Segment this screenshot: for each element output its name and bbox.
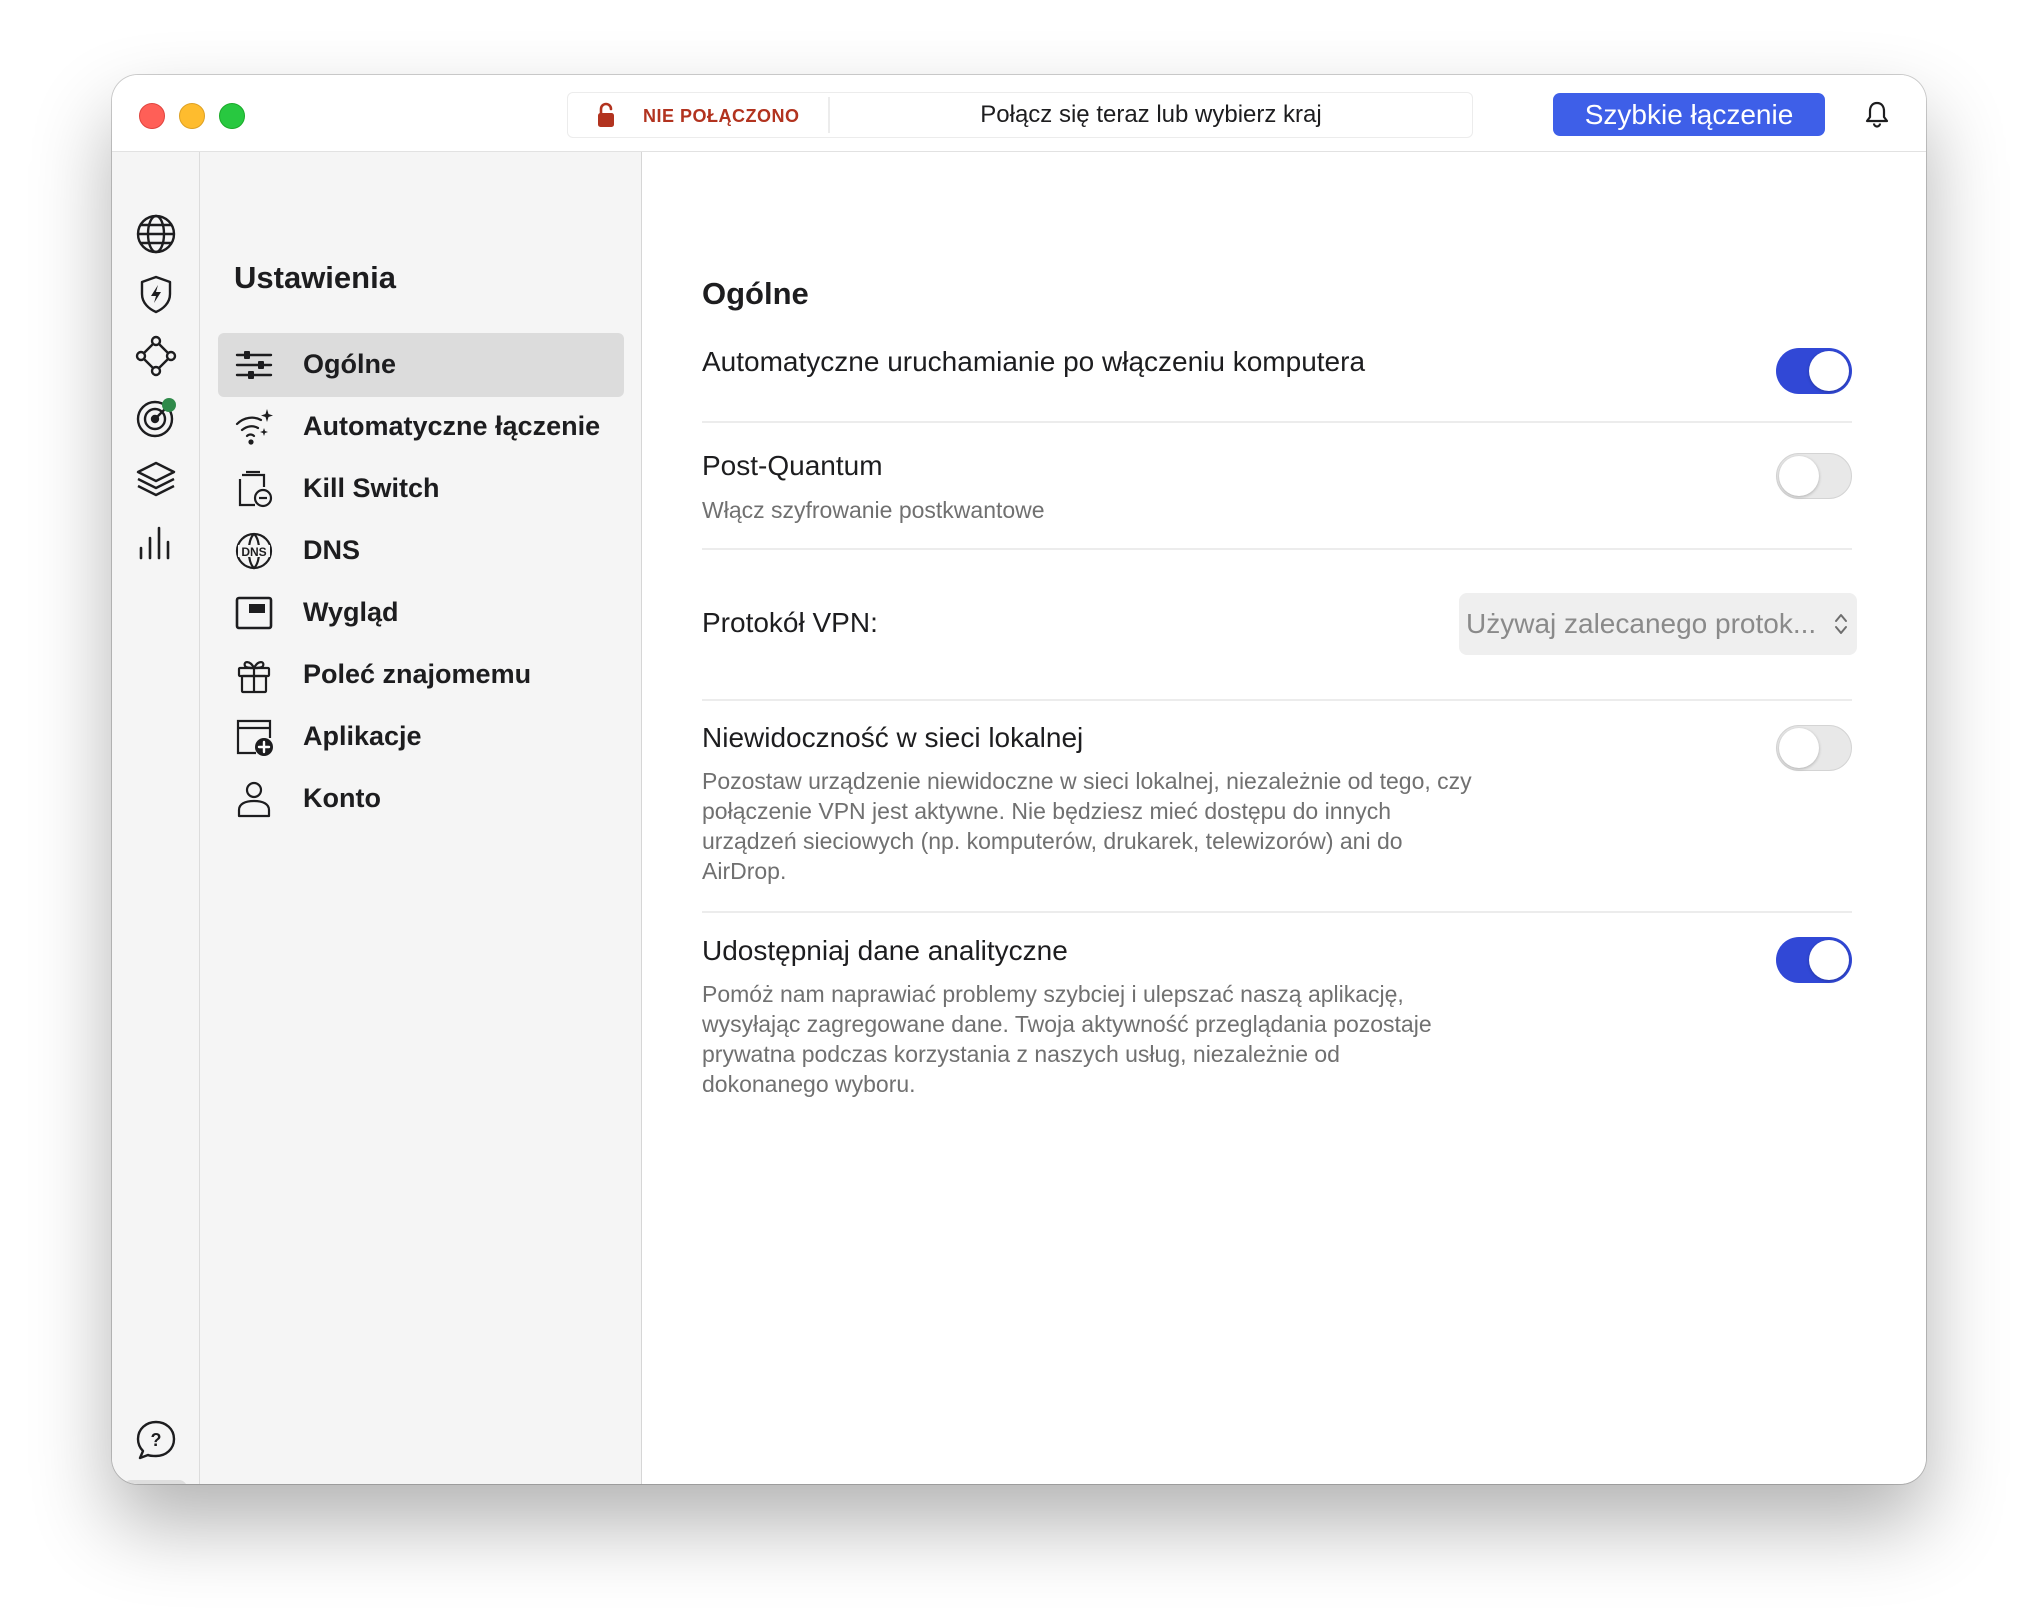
sidebar-item-label: Konto [303, 783, 381, 813]
sidebar-item-kill-switch[interactable]: Kill Switch [218, 457, 624, 521]
gift-icon [237, 661, 271, 694]
app-add-icon [236, 719, 273, 756]
analytics-toggle[interactable] [1776, 937, 1852, 983]
icon-rail: ? [112, 152, 200, 1484]
wifi-sparkle-icon [235, 409, 273, 445]
divider [702, 421, 1852, 423]
vpn-protocol-label: Protokół VPN: [702, 607, 878, 638]
autostart-title: Automatyczne uruchamianie po włączeniu k… [702, 346, 1366, 377]
settings-content: Ogólne Automatyczne uruchamianie po włąc… [643, 152, 1926, 1484]
connection-status-bar[interactable]: NIE POŁĄCZONO Połącz się teraz lub wybie… [567, 92, 1473, 138]
sidebar-item-auto-connect[interactable]: Automatyczne łączenie [218, 395, 624, 459]
minimize-window-button[interactable] [179, 103, 205, 129]
layers-icon[interactable] [134, 458, 178, 502]
shield-bolt-icon[interactable] [134, 272, 178, 316]
user-icon [237, 781, 271, 818]
lan-invisibility-toggle[interactable] [1776, 725, 1852, 771]
svg-text:DNS: DNS [241, 545, 266, 559]
globe-icon[interactable] [134, 212, 178, 256]
post-quantum-title: Post-Quantum [702, 450, 883, 481]
sidebar-item-appearance[interactable]: Wygląd [218, 581, 624, 645]
unlocked-lock-icon [598, 102, 614, 127]
analytics-description: Pomóż nam naprawiać problemy szybciej i … [702, 981, 1432, 1097]
zoom-window-button[interactable] [219, 103, 245, 129]
sidebar-item-general[interactable]: Ogólne [218, 333, 624, 397]
section-title: Ogólne [702, 276, 809, 311]
lan-invisibility-description: Pozostaw urządzenie niewidoczne w sieci … [702, 768, 1472, 884]
lan-invisibility-title: Niewidoczność w sieci lokalnej [702, 722, 1084, 753]
threat-target-icon[interactable] [134, 396, 178, 440]
notification-bell-icon[interactable] [1864, 100, 1890, 128]
sliders-icon [235, 351, 273, 379]
sidebar-item-label: Automatyczne łączenie [303, 411, 601, 441]
toggle-knob [1809, 940, 1849, 980]
title-bar: NIE POŁĄCZONO Połącz się teraz lub wybie… [112, 75, 1926, 152]
sidebar-item-apps[interactable]: Aplikacje [218, 705, 624, 769]
kill-switch-icon [238, 470, 273, 508]
sidebar-item-dns[interactable]: DNS DNS [218, 519, 624, 583]
toggle-knob [1779, 455, 1819, 496]
quick-connect-button[interactable]: Szybkie łączenie [1553, 93, 1825, 136]
sidebar-item-label: Aplikacje [303, 721, 422, 751]
toggle-knob [1779, 727, 1819, 768]
sidebar-item-label: DNS [303, 535, 361, 565]
sidebar-item-refer-friend[interactable]: Poleć znajomemu [218, 643, 624, 707]
dns-globe-icon: DNS [235, 532, 273, 570]
close-window-button[interactable] [139, 103, 165, 129]
meshnet-icon[interactable] [134, 334, 178, 378]
appearance-window-icon [235, 596, 273, 630]
settings-rail-button[interactable] [123, 1480, 187, 1484]
connect-prompt[interactable]: Połącz się teraz lub wybierz kraj [830, 101, 1472, 129]
vpn-protocol-value: Używaj zalecanego protok... [1466, 608, 1817, 639]
sidebar-title: Ustawienia [234, 260, 396, 295]
divider [702, 548, 1852, 550]
app-window: NIE POŁĄCZONO Połącz się teraz lub wybie… [112, 75, 1926, 1484]
updown-chevron-icon [1835, 614, 1847, 634]
post-quantum-description: Włącz szyfrowanie postkwantowe [702, 497, 1045, 523]
svg-text:?: ? [151, 1430, 162, 1450]
vpn-protocol-select[interactable]: Używaj zalecanego protok... [1459, 593, 1857, 655]
stats-bars-icon[interactable] [134, 520, 178, 564]
autostart-toggle[interactable] [1776, 348, 1852, 394]
analytics-title: Udostępniaj dane analityczne [702, 935, 1068, 966]
connection-status-label: NIE POŁĄCZONO [643, 106, 800, 126]
sidebar-item-account[interactable]: Konto [218, 767, 624, 831]
notification-dot [162, 398, 176, 412]
help-chat-icon[interactable]: ? [134, 1418, 178, 1462]
sidebar-item-label: Kill Switch [303, 473, 440, 503]
post-quantum-toggle[interactable] [1776, 453, 1852, 499]
toggle-knob [1809, 351, 1849, 391]
settings-sidebar: Ustawienia Ogólne Automatyczne łączenie … [200, 152, 642, 1484]
divider [702, 699, 1852, 701]
divider [702, 911, 1852, 913]
sidebar-item-label: Poleć znajomemu [303, 659, 532, 689]
sidebar-item-label: Wygląd [303, 597, 399, 627]
sidebar-item-label: Ogólne [303, 349, 396, 379]
